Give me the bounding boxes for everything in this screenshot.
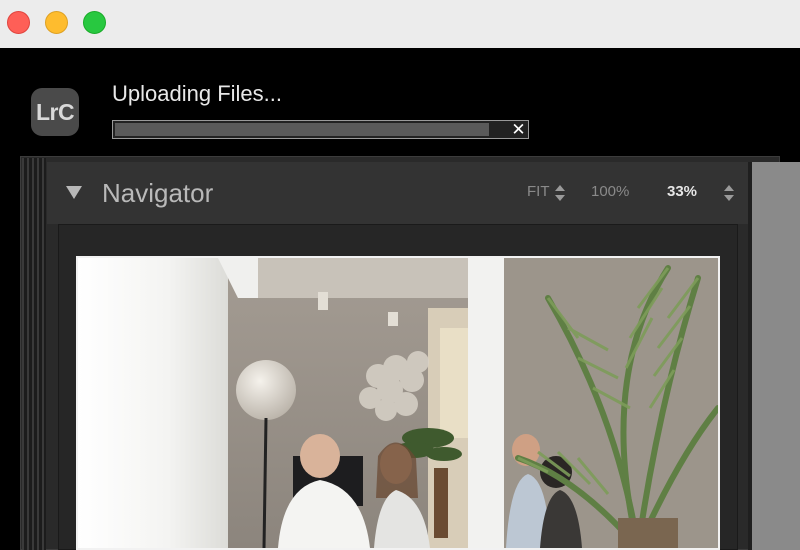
app-topbar: LrC Uploading Files... ✕ [0,48,800,156]
zoom-window-button[interactable] [83,11,106,34]
navigator-photo-preview[interactable] [76,256,720,550]
zoom-100-option[interactable]: 100% [591,183,629,200]
cancel-upload-icon[interactable]: ✕ [511,121,526,138]
navigator-title: Navigator [102,178,214,208]
collapse-triangle-icon[interactable] [66,186,82,199]
zoom-custom-option[interactable]: 33% [667,183,697,200]
lightroom-logo: LrC [31,88,79,136]
custom-zoom-updown-icon[interactable] [724,184,734,202]
upload-status-title: Uploading Files... [112,81,282,106]
window-titlebar [0,0,800,48]
zoom-fit-option[interactable]: FIT [527,183,550,200]
main-view-area [752,162,800,550]
photo-illustration [78,258,718,548]
upload-progress-bar: ✕ [112,120,529,139]
panel-edge-grip[interactable] [22,158,46,550]
close-window-button[interactable] [7,11,30,34]
upload-progress-fill [115,123,489,136]
minimize-window-button[interactable] [45,11,68,34]
fit-updown-icon[interactable] [555,184,565,202]
